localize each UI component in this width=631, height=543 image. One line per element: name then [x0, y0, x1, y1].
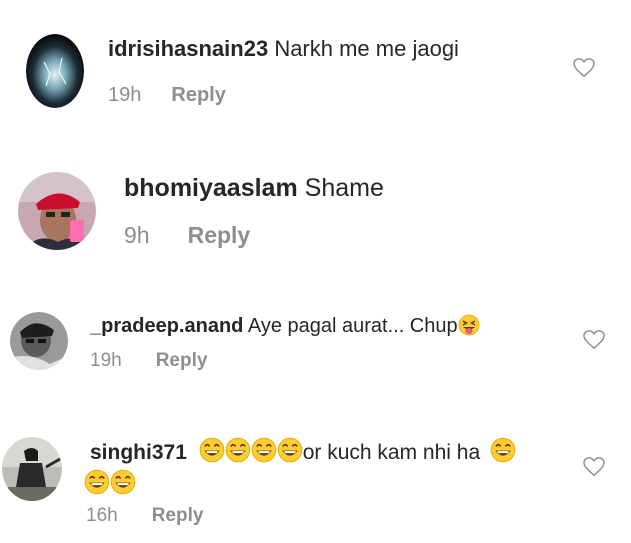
comment-text: singhi371 or kuch kam nhi ha — [90, 437, 516, 465]
avatar[interactable] — [2, 437, 62, 501]
avatar[interactable] — [18, 172, 96, 250]
grinning-emoji — [490, 437, 516, 463]
grinning-emoji — [225, 437, 251, 463]
grinning-emoji — [199, 437, 225, 463]
comment-body: Aye pagal aurat... Chup — [247, 315, 458, 337]
reply-button[interactable]: Reply — [156, 350, 208, 371]
squinting-tongue-emoji — [458, 314, 480, 336]
reply-button[interactable]: Reply — [171, 84, 225, 106]
grinning-emoji — [110, 469, 136, 495]
comment-meta: 19h Reply — [108, 84, 226, 107]
comment-meta: 16h Reply — [86, 505, 203, 527]
comment-time: 9h — [124, 222, 150, 248]
emoji-line — [84, 469, 136, 496]
heart-outline-icon[interactable] — [573, 58, 595, 78]
grinning-emoji — [277, 437, 303, 463]
comment-text: idrisihasnain23 Narkh me me jaogi — [108, 36, 459, 62]
comment-username[interactable]: bhomiyaaslam — [124, 174, 298, 202]
comment-username[interactable]: _pradeep.anand — [90, 315, 243, 337]
emoji-group — [199, 437, 303, 464]
comment-meta: 9h Reply — [124, 222, 250, 249]
heart-outline-icon[interactable] — [583, 457, 605, 477]
comment-body: Narkh me me jaogi — [274, 36, 459, 61]
comment-body: or kuch kam nhi ha — [302, 441, 481, 464]
comment-item: idrisihasnain23 Narkh me me jaogi 19h Rep… — [0, 0, 631, 130]
comment-time: 19h — [108, 84, 142, 106]
comment-text: _pradeep.anand Aye pagal aurat... Chup — [90, 314, 480, 338]
comment-item: singhi371 or kuch kam nhi ha 16h Reply — [0, 415, 631, 543]
comment-username[interactable]: idrisihasnain23 — [108, 36, 268, 61]
comment-meta: 19h Reply — [90, 350, 207, 372]
comment-item: bhomiyaaslam Shame 9h Reply — [0, 150, 631, 270]
grinning-emoji — [84, 469, 110, 495]
comment-item: _pradeep.anand Aye pagal aurat... Chup 1… — [0, 290, 631, 400]
comment-body: Shame — [304, 174, 384, 202]
comment-time: 19h — [90, 350, 122, 371]
reply-button[interactable]: Reply — [152, 505, 204, 526]
comment-username[interactable]: singhi371 — [90, 441, 187, 464]
heart-outline-icon[interactable] — [583, 330, 605, 350]
comment-text: bhomiyaaslam Shame — [124, 174, 384, 203]
comment-time: 16h — [86, 505, 118, 526]
grinning-emoji — [251, 437, 277, 463]
avatar[interactable] — [10, 312, 68, 370]
reply-button[interactable]: Reply — [188, 222, 251, 248]
avatar[interactable] — [26, 34, 84, 108]
